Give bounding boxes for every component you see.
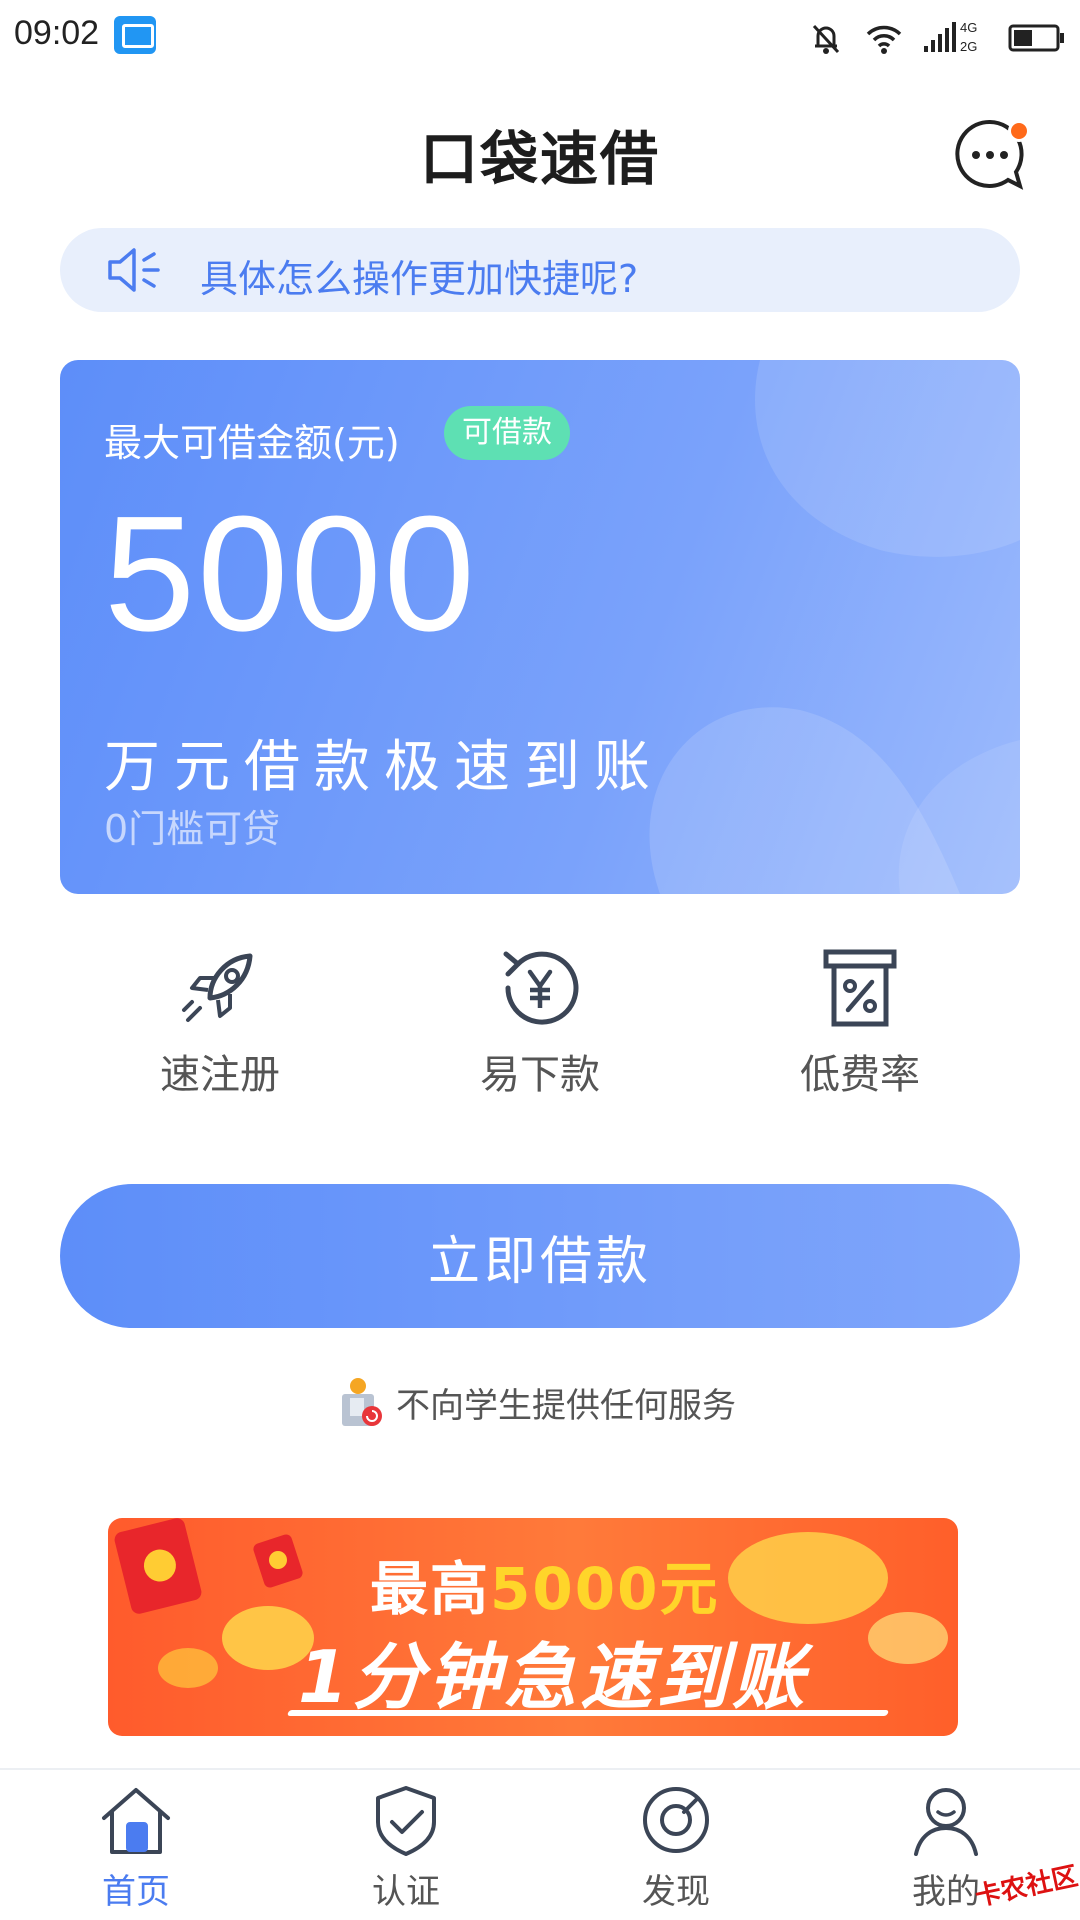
feature-low-rate: 低费率 bbox=[750, 948, 970, 1108]
student-notice: 不向学生提供任何服务 bbox=[336, 1374, 736, 1430]
banner-subtitle: 1分钟急速到账 bbox=[298, 1635, 809, 1719]
network-2g-label: 2G bbox=[960, 39, 977, 54]
home-icon bbox=[102, 1788, 170, 1854]
banner-title-prefix: 最高 bbox=[370, 1555, 491, 1623]
notice-bar[interactable]: 具体怎么操作更加快捷呢? bbox=[60, 228, 1020, 312]
loan-amount: 5000 bbox=[104, 482, 477, 665]
banner-title: 最高5000元 bbox=[370, 1542, 719, 1626]
shield-check-icon bbox=[376, 1786, 436, 1856]
bell-muted-icon bbox=[812, 24, 840, 54]
network-4g-label: 4G bbox=[960, 20, 977, 35]
speaker-icon bbox=[108, 248, 160, 292]
promo-banner[interactable]: 最高5000元 1分钟急速到账 bbox=[108, 1518, 958, 1736]
card-slogan: 万元借款极速到账 bbox=[104, 735, 664, 800]
rocket-icon bbox=[182, 953, 253, 1022]
signal-icon: 4G 2G bbox=[924, 20, 977, 54]
max-amount-label: 最大可借金额(元) bbox=[104, 421, 400, 465]
borrow-now-button[interactable]: 立即借款 bbox=[60, 1184, 1020, 1328]
percent-receipt-icon bbox=[823, 949, 897, 1027]
status-badge: 可借款 bbox=[444, 406, 570, 460]
tab-discover[interactable]: 发现 bbox=[596, 1784, 756, 1914]
card-subtext: 0门槛可贷 bbox=[104, 807, 281, 851]
bottom-tab-bar: 首页 认证 发现 我的 bbox=[0, 1768, 1080, 1920]
feature-label: 低费率 bbox=[800, 1052, 920, 1098]
banner-underline bbox=[286, 1710, 890, 1716]
app-title: 口袋速借 bbox=[419, 125, 660, 193]
tab-label: 认证 bbox=[372, 1872, 440, 1912]
tab-label: 发现 bbox=[642, 1872, 710, 1912]
user-icon bbox=[914, 1788, 978, 1856]
banner-title-highlight: 5000元 bbox=[490, 1555, 720, 1623]
unread-dot bbox=[1008, 120, 1030, 142]
feature-label: 速注册 bbox=[160, 1052, 280, 1098]
tab-home[interactable]: 首页 bbox=[56, 1784, 216, 1914]
yuan-refresh-icon bbox=[503, 951, 579, 1025]
status-time: 09:02 bbox=[14, 14, 100, 52]
battery-icon bbox=[1008, 24, 1064, 52]
tab-label: 首页 bbox=[102, 1872, 170, 1912]
feature-easy-loan: 易下款 bbox=[430, 948, 650, 1108]
message-notification-icon bbox=[114, 16, 156, 54]
tab-verify[interactable]: 认证 bbox=[326, 1784, 486, 1914]
loan-card[interactable]: 最大可借金额(元) 可借款 5000 万元借款极速到账 0门槛可贷 bbox=[60, 360, 1020, 894]
notice-text: 具体怎么操作更加快捷呢? bbox=[200, 257, 639, 301]
compass-icon bbox=[643, 1787, 709, 1853]
no-student-icon bbox=[342, 1378, 382, 1426]
feature-fast-register: 速注册 bbox=[110, 948, 330, 1108]
status-bar: 09:02 4G 2G bbox=[0, 0, 1080, 80]
student-notice-text: 不向学生提供任何服务 bbox=[396, 1385, 736, 1426]
feature-label: 易下款 bbox=[480, 1052, 600, 1098]
status-icons: 4G 2G bbox=[808, 16, 1066, 60]
wifi-icon bbox=[866, 25, 902, 54]
